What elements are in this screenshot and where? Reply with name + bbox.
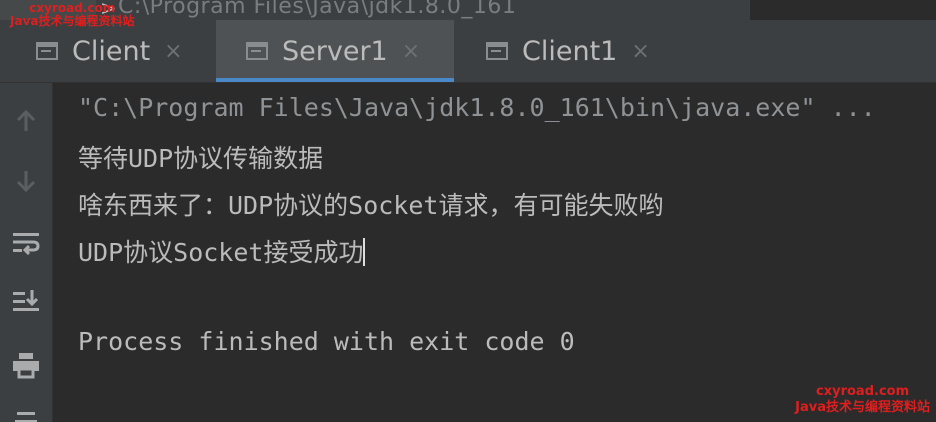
console-output[interactable]: "C:\Program Files\Java\jdk1.8.0_161\bin\… (53, 83, 936, 422)
console-icon (246, 42, 268, 60)
close-icon[interactable]: × (402, 39, 420, 64)
watermark-top: cxyroad.com Java技术与编程资料站 (10, 2, 134, 28)
arrow-down-icon[interactable] (0, 159, 52, 203)
active-tab-indicator (216, 78, 454, 82)
close-icon[interactable]: × (631, 39, 649, 64)
tab-client[interactable]: Client × (36, 20, 191, 82)
console-line-command: "C:\Program Files\Java\jdk1.8.0_161\bin\… (78, 93, 876, 122)
tab-label: Client (72, 35, 151, 67)
console-line: 啥东西来了：UDP协议的Socket请求，有可能失败哟 (78, 191, 664, 220)
soft-wrap-icon[interactable] (0, 221, 52, 265)
print-icon[interactable] (0, 343, 52, 387)
console-line-exit: Process finished with exit code 0 (78, 327, 575, 356)
console-icon (36, 42, 58, 60)
tab-label: Client1 (522, 35, 618, 67)
console-line: 等待UDP协议传输数据 (78, 144, 324, 173)
text-cursor (363, 238, 366, 266)
watermark-name: Java技术与编程资料站 (10, 14, 135, 28)
close-icon[interactable]: × (164, 39, 182, 64)
arrow-up-icon[interactable] (0, 99, 52, 143)
console-line-text: UDP协议Socket接受成功 (78, 238, 364, 267)
tab-client1[interactable]: Client1 × (486, 20, 650, 82)
scroll-to-end-icon[interactable] (0, 279, 52, 323)
watermark-name: Java技术与编程资料站 (795, 400, 930, 415)
clear-all-icon[interactable] (0, 395, 52, 422)
tab-label: Server1 (282, 35, 388, 67)
tab-server1[interactable]: Server1 × (216, 20, 454, 82)
console-toolbar (0, 83, 53, 422)
watermark-bottom: cxyroad.com Java技术与编程资料站 (795, 384, 930, 416)
run-console-window: > C:\Program Files\Java\jdk1.8.0_161 Cli… (0, 0, 936, 422)
console-icon (486, 42, 508, 60)
title-path: C:\Program Files\Java\jdk1.8.0_161 (118, 0, 517, 19)
console-line-with-cursor: UDP协议Socket接受成功 (78, 233, 366, 269)
run-tab-bar: Client × Server1 × Client1 × (0, 20, 936, 83)
watermark-site: cxyroad.com (816, 384, 910, 399)
